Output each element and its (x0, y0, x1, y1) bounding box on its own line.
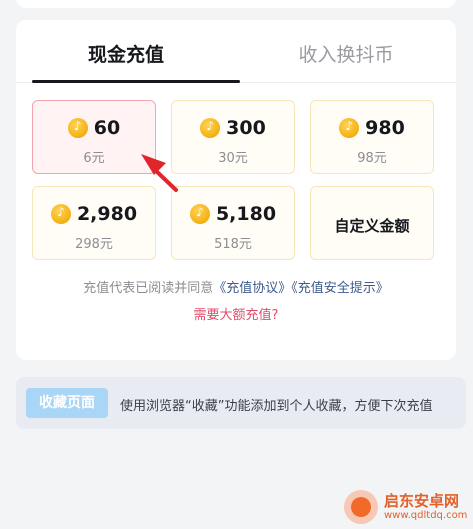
bookmark-page-button[interactable]: 收藏页面 (26, 388, 108, 418)
site-watermark: 启东安卓网 www.qdltdq.com (340, 486, 470, 528)
annotation-arrow-icon (141, 154, 178, 192)
watermark-logo-icon (344, 490, 378, 524)
watermark-url: www.qdltdq.com (384, 510, 468, 521)
bookmark-tip-bar: 收藏页面 使用浏览器“收藏”功能添加到个人收藏，方便下次充值 (16, 377, 466, 429)
bookmark-tip-text: 使用浏览器“收藏”功能添加到个人收藏，方便下次充值 (120, 399, 433, 414)
watermark-title: 启东安卓网 (384, 492, 460, 510)
